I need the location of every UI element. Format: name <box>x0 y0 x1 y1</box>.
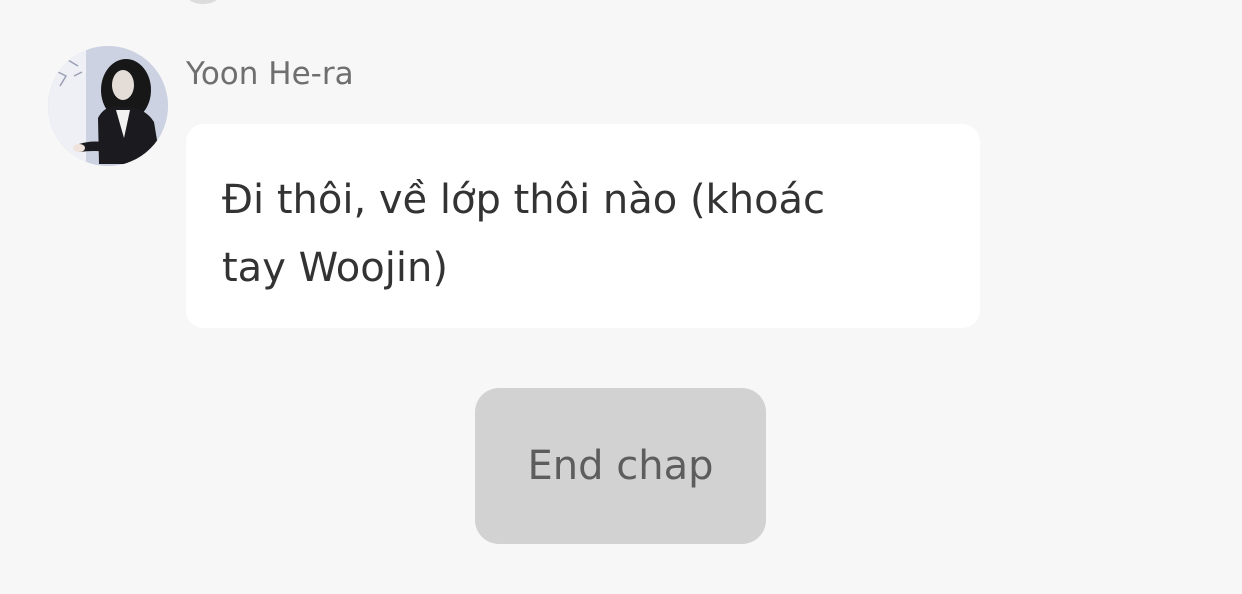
sender-name: Yoon He-ra <box>186 56 354 92</box>
profile-photo-icon <box>48 46 168 166</box>
avatar[interactable] <box>48 46 168 166</box>
chat-message: Yoon He-ra Đi thôi, về lớp thôi nào (kho… <box>0 0 1242 340</box>
end-chap-button[interactable]: End chap <box>475 388 766 544</box>
message-text: Đi thôi, về lớp thôi nào (khoác tay Wooj… <box>222 177 826 291</box>
message-bubble: Đi thôi, về lớp thôi nào (khoác tay Wooj… <box>186 124 980 328</box>
